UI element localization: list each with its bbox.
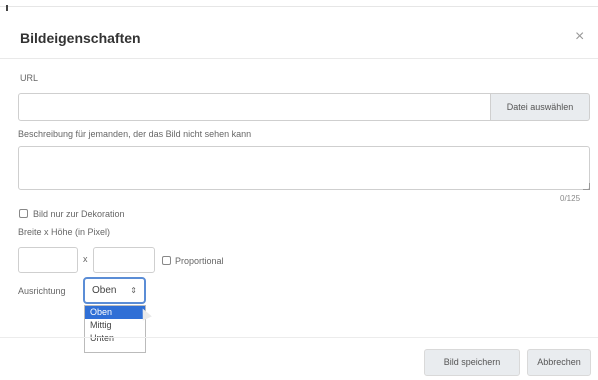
cancel-button[interactable]: Abbrechen bbox=[527, 349, 591, 376]
proportional-checkbox[interactable] bbox=[162, 256, 171, 265]
url-label: URL bbox=[20, 73, 39, 83]
character-counter: 0/125 bbox=[560, 194, 581, 203]
alignment-selected-value: Oben bbox=[92, 285, 117, 296]
description-textarea[interactable] bbox=[18, 146, 590, 190]
proportional-label: Proportional bbox=[175, 256, 224, 266]
height-input[interactable] bbox=[93, 247, 155, 273]
option-oben[interactable]: Oben bbox=[85, 306, 145, 319]
alignment-dropdown-list: Oben Mittig Unten bbox=[84, 305, 146, 353]
url-input[interactable] bbox=[18, 93, 491, 121]
decorative-label: Bild nur zur Dekoration bbox=[33, 209, 125, 219]
option-mittig[interactable]: Mittig bbox=[85, 319, 145, 332]
save-image-button[interactable]: Bild speichern bbox=[424, 349, 520, 376]
size-label: Breite x Höhe (in Pixel) bbox=[18, 227, 111, 237]
size-separator: x bbox=[83, 254, 88, 264]
footer-divider bbox=[0, 337, 598, 338]
choose-file-button[interactable]: Datei auswählen bbox=[490, 93, 590, 121]
select-arrows-icon: ⇕ bbox=[130, 286, 137, 295]
alignment-select[interactable]: Oben ⇕ bbox=[83, 277, 146, 304]
resize-handle-icon[interactable] bbox=[583, 183, 590, 190]
option-unten[interactable]: Unten bbox=[85, 332, 145, 345]
dialog-top-border bbox=[0, 0, 598, 7]
description-label: Beschreibung für jemanden, der das Bild … bbox=[18, 129, 252, 139]
width-input[interactable] bbox=[18, 247, 78, 273]
window-edge-mark bbox=[6, 5, 8, 11]
decorative-checkbox[interactable] bbox=[19, 209, 28, 218]
alignment-label: Ausrichtung bbox=[18, 286, 66, 296]
header-divider bbox=[0, 58, 598, 59]
dialog-title: Bildeigenschaften bbox=[20, 30, 141, 46]
close-icon[interactable]: × bbox=[575, 29, 584, 45]
